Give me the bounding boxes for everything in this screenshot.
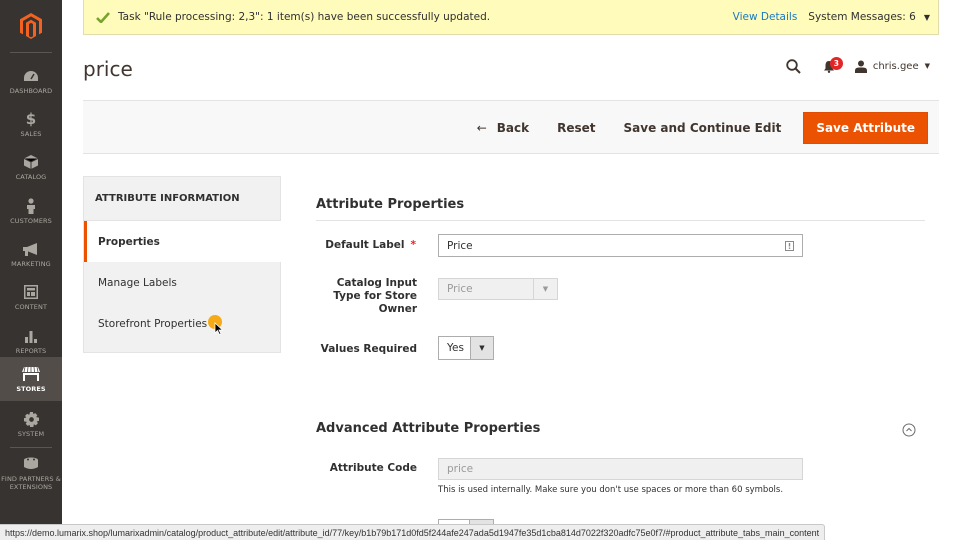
success-message: Task "Rule processing: 2,3": 1 item(s) h… [118,11,491,23]
chevron-down-icon[interactable]: ▼ [924,13,930,22]
advanced-properties-title[interactable]: Advanced Attribute Properties [316,421,540,436]
nav-label: Reports [15,347,47,355]
catalog-input-type-select: Price ▼ [438,278,558,300]
gear-icon [23,411,39,427]
tab-properties[interactable]: Properties [84,221,281,262]
attribute-tabs: ATTRIBUTE INFORMATION Properties Manage … [83,176,281,353]
nav-content[interactable]: Content [0,276,62,319]
default-label-input[interactable]: Price [438,234,803,257]
attribute-properties-title: Attribute Properties [316,197,465,212]
nav-label: Find Partners & Extensions [1,474,61,491]
chevron-down-icon: ▼ [469,337,493,359]
section-divider [316,220,925,221]
nav-dashboard[interactable]: Dashboard [0,60,62,103]
user-menu[interactable]: chris.gee ▼ [854,60,930,73]
system-messages-toggle[interactable]: System Messages: 6 [808,11,916,23]
page-actions-bar: ← Back Reset Save and Continue Edit Save… [83,100,939,154]
nav-label: Catalog [15,173,47,181]
nav-divider [10,447,52,448]
nav-label: Customers [10,217,52,225]
required-marker: * [410,239,417,251]
view-details-link[interactable]: View Details [733,11,798,23]
values-required-label: Values Required [320,343,417,355]
nav-stores[interactable]: Stores [0,357,62,401]
select-value: Price [447,283,473,295]
user-icon [854,60,867,73]
header-actions: 3 chris.gee ▼ [786,55,930,77]
attribute-code-label: Attribute Code [329,462,417,474]
attribute-code-note: This is used internally. Make sure you d… [438,485,784,495]
bar-chart-icon [24,328,38,344]
back-label: Back [496,121,530,135]
nav-label: Content [14,303,48,311]
nav-label: System [17,430,45,438]
magento-logo[interactable] [0,0,62,52]
username: chris.gee [872,60,919,72]
tab-manage-labels[interactable]: Manage Labels [84,262,280,303]
input-value: Price [447,239,473,252]
extension-block-icon [23,456,39,472]
back-button[interactable]: ← Back [463,121,543,135]
notifications-button[interactable]: 3 [823,56,843,73]
attribute-code-input: price [438,458,803,480]
dollar-icon: $ [25,110,37,128]
nav-system[interactable]: System [0,403,62,446]
nav-label: Marketing [11,260,51,268]
chevron-up-circle-icon[interactable] [902,423,916,437]
nav-sales[interactable]: $ Sales [0,103,62,146]
field-label-text: Default Label [325,239,405,251]
save-attribute-button[interactable]: Save Attribute [803,112,928,144]
system-message-bar: Task "Rule processing: 2,3": 1 item(s) h… [83,0,939,35]
language-scope-icon[interactable] [785,240,794,251]
chevron-down-icon: ▼ [924,62,930,70]
save-and-continue-button[interactable]: Save and Continue Edit [610,121,796,135]
tabs-title: ATTRIBUTE INFORMATION [84,177,280,221]
select-value: Yes [447,342,464,354]
tab-storefront-properties[interactable]: Storefront Properties [84,303,280,344]
nav-label: Dashboard [9,87,53,95]
nav-label: Stores [16,384,46,393]
layout-icon [24,284,38,300]
mouse-cursor-icon [214,322,223,335]
default-label-label: Default Label * [306,239,416,251]
success-check-icon [96,11,110,23]
chevron-down-icon: ▼ [533,279,557,299]
status-bar-url: https://demo.lumarix.shop/lumarixadmin/c… [0,524,826,540]
dashboard-icon [23,68,39,84]
logo-divider [10,52,52,53]
arrow-left-icon: ← [476,121,487,135]
nav-label: Sales [20,130,42,138]
notifications-count-badge: 3 [829,56,843,70]
box-icon [24,154,38,170]
tab-label: Storefront Properties [98,317,208,330]
nav-customers[interactable]: Customers [0,190,62,233]
search-icon[interactable] [786,58,801,74]
input-value: price [447,463,474,475]
input-type-label: Catalog Input Type for Store Owner [333,277,417,315]
storefront-icon [22,366,40,382]
page-title: price [83,57,133,81]
person-icon [26,198,36,214]
admin-sidebar: Dashboard $ Sales Catalog Customers Mark… [0,0,62,540]
nav-catalog[interactable]: Catalog [0,146,62,189]
values-required-select[interactable]: Yes ▼ [438,336,494,360]
nav-find-partners[interactable]: Find Partners & Extensions [0,450,62,496]
nav-marketing[interactable]: Marketing [0,233,62,276]
reset-button[interactable]: Reset [543,121,609,135]
megaphone-icon [22,241,40,257]
